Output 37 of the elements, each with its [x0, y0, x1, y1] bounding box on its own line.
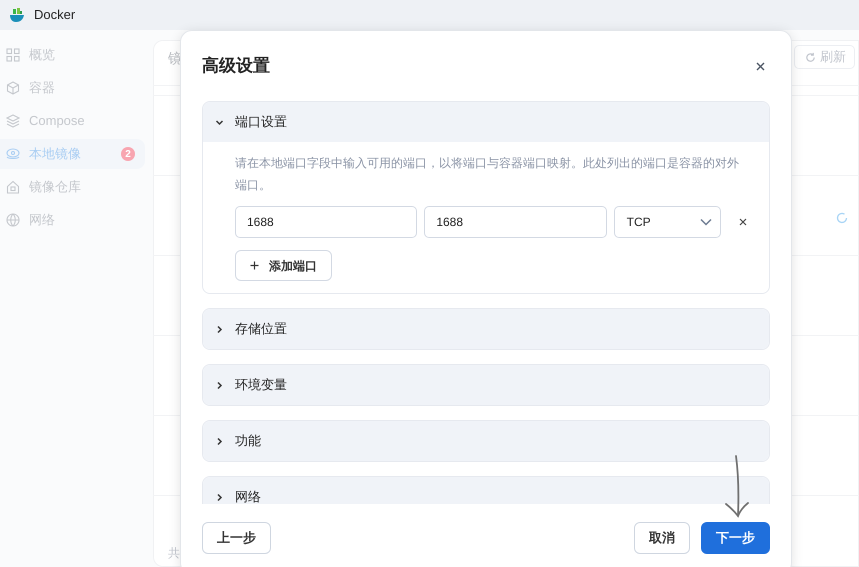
layers-icon [6, 114, 20, 128]
add-port-button[interactable]: 添加端口 [235, 250, 332, 281]
house-icon [6, 180, 20, 194]
chevron-right-icon [215, 380, 224, 390]
next-button[interactable]: 下一步 [701, 522, 770, 554]
protocol-select[interactable]: TCP [614, 206, 722, 238]
dialog-title: 高级设置 [202, 55, 270, 78]
footer-fragment: 共 [168, 545, 180, 562]
section-header[interactable]: 端口设置 [203, 102, 769, 142]
host-port-field[interactable]: 1688 [235, 206, 418, 238]
remove-button[interactable] [737, 216, 749, 228]
section-header[interactable]: 存储位置 [203, 309, 769, 349]
section-header[interactable]: 环境变量 [203, 365, 769, 405]
arrow-drawing [723, 455, 751, 519]
container-port-field[interactable]: 1688 [424, 206, 607, 238]
cube-icon [6, 81, 20, 95]
section-header[interactable]: 功能 [203, 421, 769, 461]
plus-icon [250, 261, 259, 270]
dialog-button[interactable]: 上一步 [202, 522, 271, 554]
chevron-right-icon [215, 492, 224, 502]
section-header[interactable]: 网络 [203, 477, 769, 504]
disc-icon [6, 147, 20, 161]
chevron-down-icon [215, 118, 224, 126]
chevron-right-icon [215, 436, 224, 446]
grid-icon [6, 48, 20, 62]
close-icon [756, 62, 764, 70]
chevron-right-icon [215, 324, 224, 334]
globe-icon [6, 213, 20, 227]
section-description: 请在本地端口字段中输入可用的端口，以将端口与容器端口映射。此处列出的端口是容器的对外端口。 [235, 155, 740, 194]
chevron-down-icon [700, 218, 712, 226]
app-title: Docker [34, 6, 76, 24]
count-badge: 2 [121, 147, 135, 161]
close-icon [739, 218, 748, 226]
refresh-icon [805, 52, 816, 62]
dialog-button[interactable]: 取消 [634, 522, 690, 554]
loading-icon [836, 212, 848, 224]
whale-logo-icon [8, 6, 26, 24]
